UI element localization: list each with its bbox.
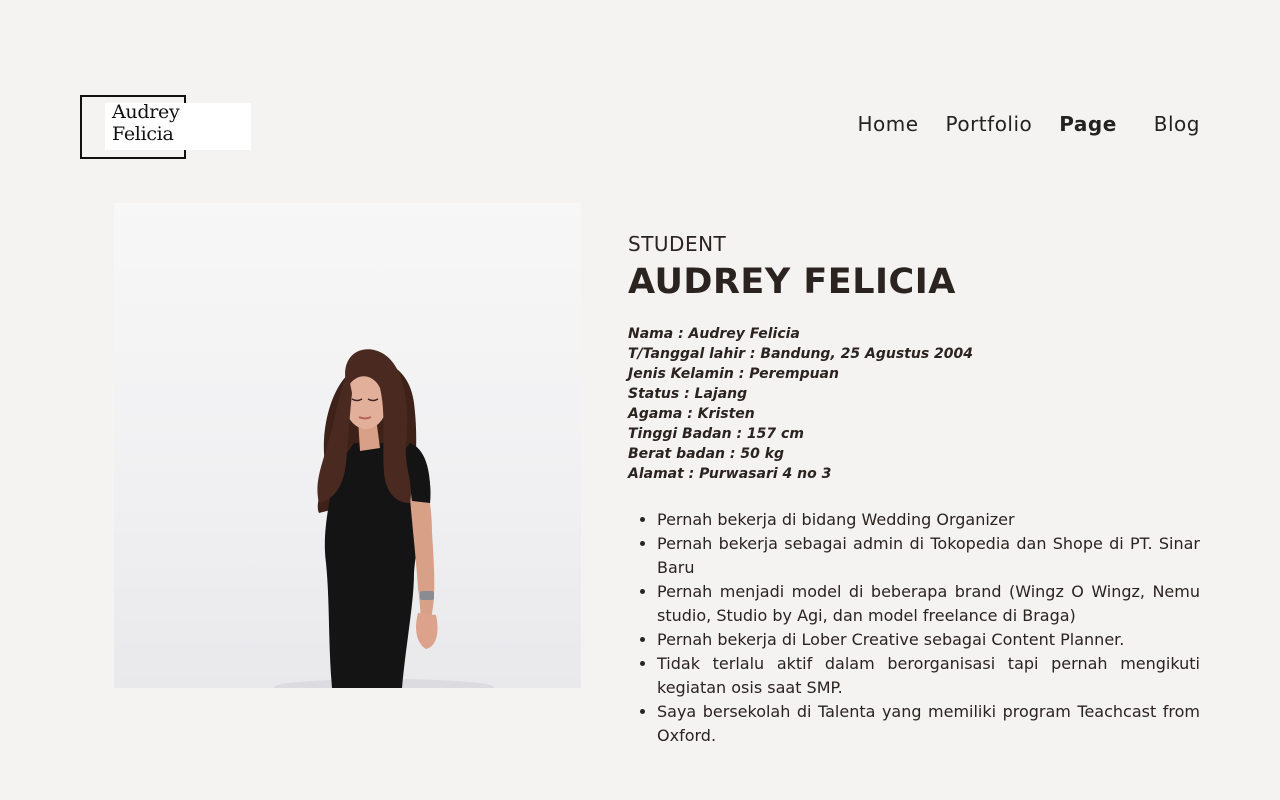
logo-line-2: Felicia <box>112 123 174 145</box>
detail-nama: Nama : Audrey Felicia <box>628 326 800 342</box>
profile-role: STUDENT <box>628 232 727 256</box>
logo[interactable]: Audrey Felicia <box>112 101 180 145</box>
logo-line-1: Audrey <box>112 101 180 123</box>
nav-portfolio[interactable]: Portfolio <box>946 112 1033 136</box>
nav-page[interactable]: Page <box>1059 112 1117 136</box>
detail-agama: Agama : Kristen <box>628 406 755 422</box>
profile-details: Nama : Audrey Felicia T/Tanggal lahir : … <box>628 324 1200 484</box>
experience-item: Pernah bekerja di bidang Wedding Organiz… <box>657 508 1200 532</box>
profile-photo-illustration <box>274 349 494 688</box>
profile-content: STUDENT AUDREY FELICIA Nama : Audrey Fel… <box>628 232 1200 748</box>
detail-status: Status : Lajang <box>628 386 748 402</box>
detail-berat-badan: Berat badan : 50 kg <box>628 446 785 462</box>
main-nav: Home Portfolio Page Blog <box>830 112 1200 136</box>
detail-alamat: Alamat : Purwasari 4 no 3 <box>628 466 832 482</box>
detail-ttl: T/Tanggal lahir : Bandung, 25 Agustus 20… <box>628 346 973 362</box>
detail-jenis-kelamin: Jenis Kelamin : Perempuan <box>628 366 839 382</box>
experience-item: Tidak terlalu aktif dalam berorganisasi … <box>657 652 1200 700</box>
nav-home[interactable]: Home <box>857 112 918 136</box>
detail-tinggi-badan: Tinggi Badan : 157 cm <box>628 426 804 442</box>
page: Audrey Felicia Home Portfolio Page Blog <box>0 0 1280 800</box>
experience-item: Pernah bekerja sebagai admin di Tokopedi… <box>657 532 1200 580</box>
experience-item: Pernah menjadi model di beberapa brand (… <box>657 580 1200 628</box>
profile-name: AUDREY FELICIA <box>628 262 956 302</box>
profile-photo <box>114 203 581 688</box>
experience-item: Pernah bekerja di Lober Creative sebagai… <box>657 628 1200 652</box>
experience-list: Pernah bekerja di bidang Wedding Organiz… <box>628 508 1200 748</box>
experience-item: Saya bersekolah di Talenta yang memiliki… <box>657 700 1200 748</box>
nav-blog[interactable]: Blog <box>1154 112 1200 136</box>
